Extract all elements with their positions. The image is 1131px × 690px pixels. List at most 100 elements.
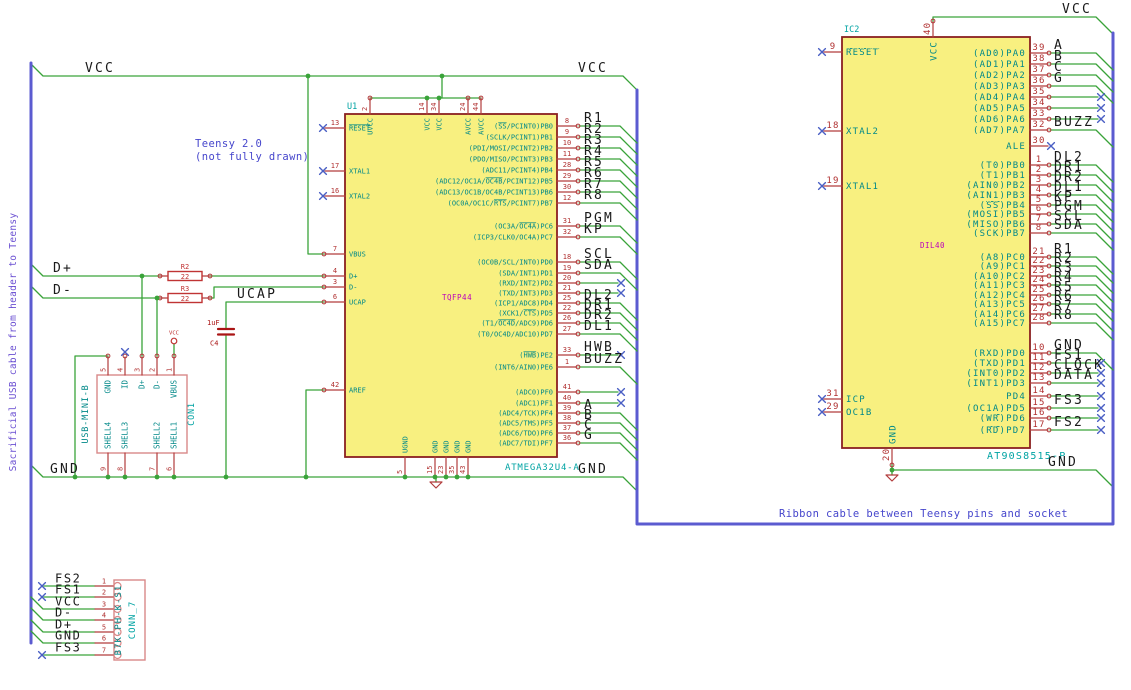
svg-text:39: 39 [1032, 43, 1045, 53]
svg-text:3: 3 [134, 368, 142, 372]
svg-text:ALE: ALE [1006, 142, 1026, 152]
svg-text:37: 37 [563, 424, 571, 432]
svg-text:38: 38 [1032, 54, 1045, 64]
svg-text:19: 19 [563, 264, 571, 272]
svg-text:(ADC11/PCINT4)PB4: (ADC11/PCINT4)PB4 [481, 166, 553, 174]
svg-text:(not fully drawn): (not fully drawn) [195, 151, 309, 163]
svg-text:22: 22 [563, 304, 571, 312]
svg-text:38: 38 [563, 414, 571, 422]
svg-text:SDA: SDA [584, 258, 614, 273]
svg-text:FS3: FS3 [55, 641, 81, 655]
svg-text:VCC: VCC [1062, 2, 1092, 17]
ground-symbols [429, 469, 899, 489]
svg-text:22: 22 [1032, 256, 1045, 266]
svg-text:(AD3)PA3: (AD3)PA3 [973, 82, 1026, 92]
svg-text:(OC1A)PD5: (OC1A)PD5 [966, 404, 1026, 414]
svg-text:KP: KP [584, 222, 604, 237]
svg-text:17: 17 [331, 162, 339, 170]
svg-text:23: 23 [437, 466, 445, 474]
svg-text:5: 5 [102, 624, 106, 632]
svg-text:GND: GND [454, 440, 462, 453]
svg-text:(TXD)PD1: (TXD)PD1 [973, 359, 1026, 369]
svg-text:(OC3A/OC4A)PC6: (OC3A/OC4A)PC6 [494, 222, 553, 230]
svg-text:GND: GND [578, 462, 608, 477]
svg-text:PD4: PD4 [1006, 392, 1026, 402]
svg-text:D-: D- [53, 283, 73, 298]
svg-text:(AD5)PA5: (AD5)PA5 [973, 104, 1026, 114]
svg-text:36: 36 [1032, 76, 1045, 86]
svg-text:(AD1)PA1: (AD1)PA1 [973, 60, 1026, 70]
svg-text:33: 33 [1032, 109, 1045, 119]
svg-text:27: 27 [563, 325, 571, 333]
svg-text:7: 7 [333, 245, 337, 253]
svg-text:41: 41 [563, 383, 571, 391]
svg-text:GND: GND [443, 440, 451, 453]
svg-text:FS3: FS3 [1054, 393, 1084, 408]
svg-text:20: 20 [882, 448, 892, 461]
svg-text:(ADC13/OC1B/OC4B/PCINT13)PB6: (ADC13/OC1B/OC4B/PCINT13)PB6 [435, 188, 553, 196]
svg-text:8: 8 [565, 117, 569, 125]
svg-text:USB-MINI-B: USB-MINI-B [81, 384, 91, 443]
ic-ic2: IC2DIL40AT90S8515-P9RESET18XTAL219XTAL13… [817, 21, 1114, 465]
svg-text:SDA: SDA [1054, 218, 1084, 233]
ic-u1: U1TQFP44ATMEGA32U4-A13RESET17XTAL116XTAL… [318, 97, 638, 478]
svg-text:OC1B: OC1B [846, 408, 872, 418]
svg-text:AREF: AREF [349, 386, 366, 394]
schematic: U1 TQFP44 ATMEGA32U4-A 13 RESET 17 XTAL1 16 XTAL… [0, 0, 1131, 690]
svg-text:(PDO/MISO/PCINT3)PB3: (PDO/MISO/PCINT3)PB3 [469, 155, 553, 163]
svg-text:44: 44 [472, 103, 480, 111]
svg-text:C4: C4 [210, 340, 218, 348]
svg-text:2: 2 [102, 589, 106, 597]
svg-text:28: 28 [1032, 313, 1045, 323]
svg-text:(SDA/INT1)PD1: (SDA/INT1)PD1 [498, 269, 553, 277]
svg-text:9: 9 [100, 467, 108, 471]
svg-text:8: 8 [117, 467, 125, 471]
svg-text:11: 11 [563, 150, 571, 158]
svg-text:(ADC5/TMS)PF5: (ADC5/TMS)PF5 [498, 419, 553, 427]
svg-text:VCC: VCC [424, 118, 432, 131]
svg-text:28: 28 [563, 161, 571, 169]
svg-text:40: 40 [923, 22, 933, 35]
svg-text:19: 19 [826, 176, 839, 186]
svg-text:SHELL3: SHELL3 [121, 422, 130, 449]
svg-text:VCC: VCC [169, 331, 179, 337]
usb-connector-con1: 5 GND 4 ID 3 D+ 2 D- 1 VBUS 9 SHELL4 8 SHELL3 7 SHELL2 6… [81, 347, 197, 478]
svg-text:(OC0B/SCL/INT0)PD0: (OC0B/SCL/INT0)PD0 [477, 258, 553, 266]
svg-text:SHELL2: SHELL2 [153, 422, 162, 449]
svg-text:ID: ID [121, 380, 130, 390]
svg-text:IC2: IC2 [844, 25, 859, 35]
svg-text:12: 12 [563, 194, 571, 202]
svg-text:10: 10 [1032, 343, 1045, 353]
svg-text:ICP: ICP [846, 395, 866, 405]
svg-text:4: 4 [1036, 185, 1043, 195]
svg-text:4: 4 [102, 612, 106, 620]
svg-text:15: 15 [1032, 398, 1045, 408]
svg-text:3: 3 [1036, 175, 1043, 185]
svg-text:(ICP3/CLK0/OC4A)PC7: (ICP3/CLK0/OC4A)PC7 [473, 233, 553, 241]
svg-text:(INT0)PD2: (INT0)PD2 [966, 369, 1026, 379]
svg-text:(XCK1/CTS)PD5: (XCK1/CTS)PD5 [498, 309, 553, 317]
svg-text:30: 30 [563, 183, 571, 191]
svg-text:2: 2 [149, 368, 157, 372]
svg-text:(SS/PCINT0)PB0: (SS/PCINT0)PB0 [494, 122, 553, 130]
svg-text:R8: R8 [1054, 308, 1074, 323]
svg-text:SHELL1: SHELL1 [170, 422, 179, 449]
svg-text:(A15)PC7: (A15)PC7 [973, 319, 1026, 329]
svg-text:TQFP44: TQFP44 [442, 293, 472, 302]
svg-text:GND: GND [465, 440, 473, 453]
svg-text:12: 12 [1032, 363, 1045, 373]
svg-text:XTAL2: XTAL2 [349, 192, 370, 200]
svg-text:AVCC: AVCC [465, 118, 473, 135]
svg-text:VCC: VCC [929, 41, 939, 61]
svg-text:37: 37 [1032, 65, 1045, 75]
svg-text:24: 24 [459, 103, 467, 111]
svg-text:29: 29 [826, 402, 839, 412]
svg-text:D+: D+ [138, 380, 147, 390]
svg-text:R3: R3 [181, 285, 189, 293]
svg-text:CONN_7: CONN_7 [128, 601, 138, 640]
svg-text:35: 35 [448, 466, 456, 474]
svg-text:VBUS: VBUS [170, 380, 179, 399]
svg-text:GND: GND [50, 462, 80, 477]
svg-text:33: 33 [563, 346, 571, 354]
svg-text:VCC: VCC [578, 61, 608, 76]
